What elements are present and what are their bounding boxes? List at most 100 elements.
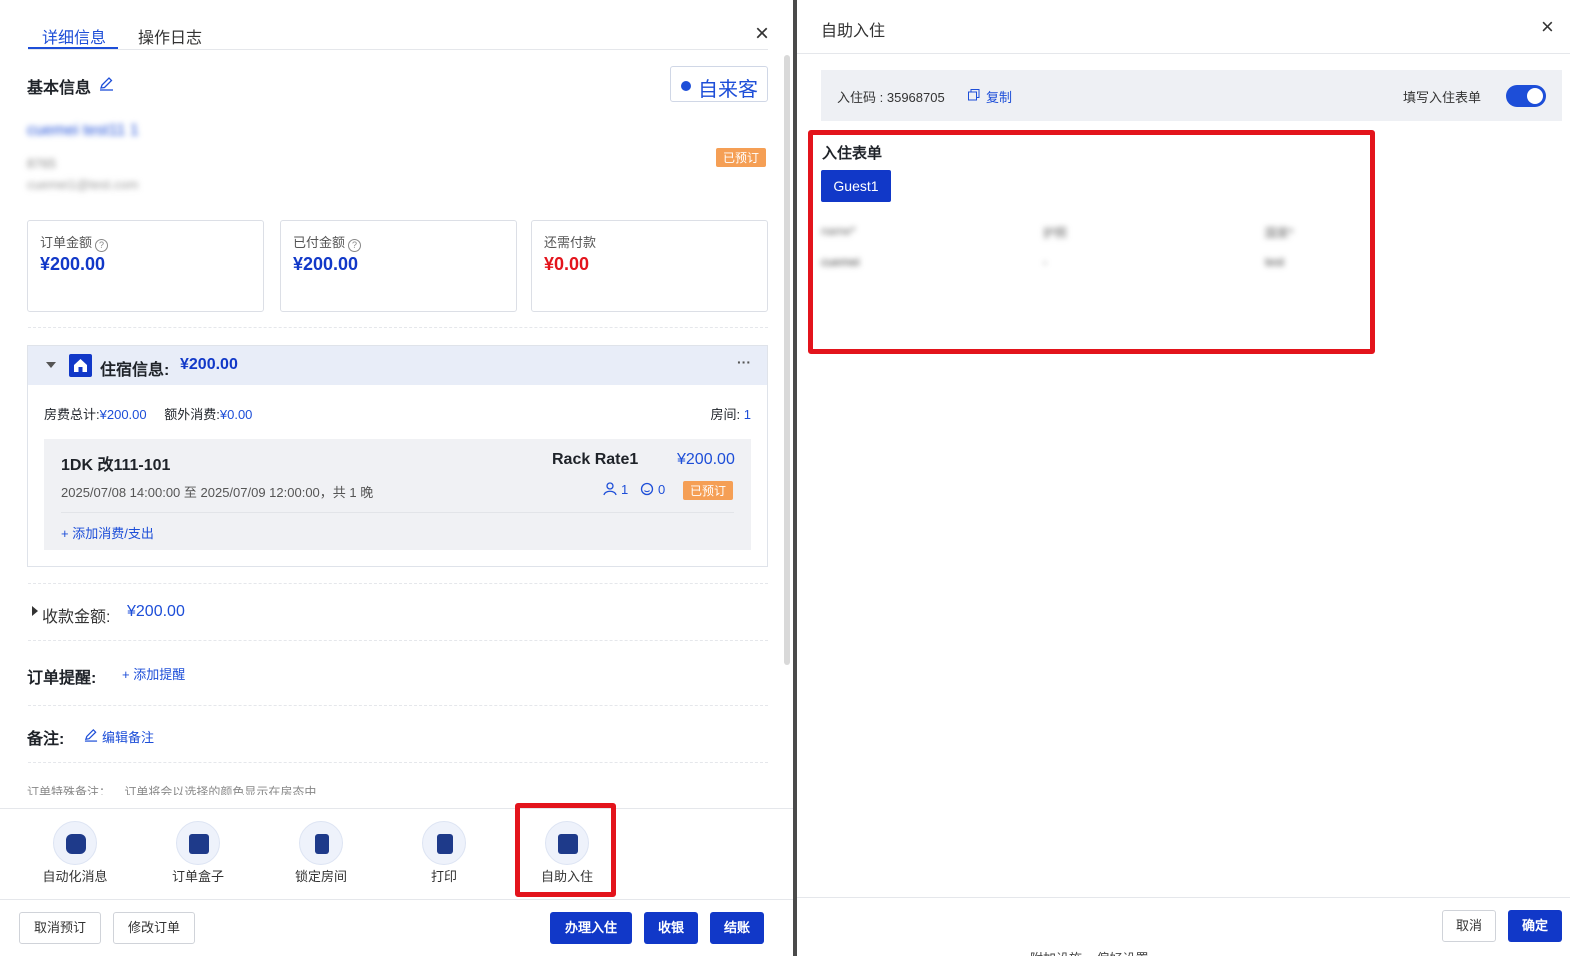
balance-due-value: ¥0.00 (544, 254, 590, 274)
box-icon (176, 821, 220, 865)
adults-count: 1 (621, 482, 629, 497)
printer-icon (422, 821, 466, 865)
extra-value: ¥0.00 (219, 407, 253, 422)
cancel-button[interactable]: 取消 (1442, 910, 1496, 942)
checkin-code-value: 35968705 (886, 90, 945, 105)
guest-name[interactable]: cuemei test11 1 (27, 122, 139, 140)
guest-email: cuemei1@test.com (27, 177, 139, 192)
checkin-code: 入住码 : 35968705 (837, 90, 945, 105)
tab-details[interactable]: 详细信息 (42, 24, 106, 48)
stay-info-header[interactable]: 住宿信息: ¥200.00 ··· (28, 346, 767, 385)
divider (0, 899, 793, 900)
checkin-code-label: 入住码 (837, 90, 877, 105)
highlight-box (808, 130, 1375, 354)
paid-amount-value: ¥200.00 (293, 254, 359, 274)
divider (0, 808, 793, 809)
order-amount-label: 订单金额 (40, 235, 93, 250)
paid-amount-label: 已付金额 (293, 235, 346, 250)
quick-action-label: 锁定房间 (294, 869, 347, 884)
order-amount-card: 订单金额? ¥200.00 (27, 220, 264, 312)
fill-form-toggle[interactable] (1506, 85, 1546, 107)
rooms-value: 1 (743, 407, 751, 422)
order-detail-panel: 详细信息 操作日志 × 基本信息 自来客 cuemei test11 1 876… (0, 0, 795, 956)
stay-info-section: 住宿信息: ¥200.00 ··· 房费总计:¥200.00 额外消费:¥0.0… (27, 345, 768, 567)
add-expense-label: 添加消费/支出 (72, 526, 154, 541)
guest-source-tag[interactable]: 自来客 (670, 66, 768, 102)
quick-action-label: 订单盒子 (171, 869, 224, 884)
adult-icon (603, 482, 617, 496)
divider (797, 897, 1570, 898)
order-special-remark-row: 订单特殊备注： 订单将会以选择的颜色显示在房态中 (27, 785, 317, 795)
copy-link[interactable]: 复制 (986, 87, 1012, 106)
cashier-button[interactable]: 收银 (644, 912, 698, 944)
divider (28, 640, 768, 641)
cancel-booking-button[interactable]: 取消预订 (19, 912, 101, 944)
edit-pencil-icon[interactable] (84, 728, 98, 742)
message-icon (53, 821, 97, 865)
extra-label: 额外消费: (164, 407, 220, 422)
plus-icon: + (122, 667, 134, 682)
room-item[interactable]: 1DK 改111-101 Rack Rate1 ¥200.00 2025/07/… (44, 439, 751, 550)
rate-name: Rack Rate1 (552, 451, 639, 468)
balance-due-card: 还需付款 ¥0.00 (531, 220, 768, 312)
modify-order-button[interactable]: 修改订单 (113, 912, 195, 944)
basic-info-title: 基本信息 (27, 80, 92, 97)
highlight-box (515, 803, 616, 897)
close-icon[interactable]: × (1541, 14, 1554, 40)
lock-icon (299, 821, 343, 865)
confirm-button[interactable]: 确定 (1508, 910, 1562, 942)
room-total-label: 房费总计: (44, 407, 100, 422)
child-icon (640, 482, 654, 496)
stay-info-amount: ¥200.00 (180, 356, 238, 373)
divider (61, 512, 734, 513)
caret-down-icon[interactable] (46, 362, 56, 369)
rooms-label: 房间: (710, 407, 741, 422)
home-icon (69, 354, 92, 377)
order-amount-value: ¥200.00 (40, 254, 106, 274)
quick-action-label: 打印 (430, 869, 457, 884)
edit-pencil-icon[interactable] (99, 76, 114, 91)
scrollbar[interactable] (784, 55, 790, 665)
room-total-value: ¥200.00 (99, 407, 147, 422)
add-reminder-link[interactable]: + 添加提醒 (122, 664, 185, 683)
help-icon[interactable]: ? (348, 239, 362, 252)
divider (797, 53, 1570, 54)
copy-icon[interactable] (968, 89, 980, 101)
remark-label: 备注: (27, 731, 65, 748)
booked-status-badge: 已预订 (716, 148, 767, 167)
checkin-code-bar: 入住码 : 35968705 复制 填写入住表单 (821, 70, 1562, 121)
tabs-divider (28, 49, 768, 50)
children-count: 0 (658, 482, 666, 497)
paid-amount-card: 已付金额? ¥200.00 (280, 220, 517, 312)
edit-remark-link[interactable]: 编辑备注 (102, 727, 154, 746)
order-reminder-label: 订单提醒: (27, 670, 97, 687)
divider (28, 705, 768, 706)
add-reminder-label: 添加提醒 (133, 667, 186, 682)
divider (28, 762, 768, 763)
stay-info-title: 住宿信息: (100, 362, 170, 379)
add-expense-link[interactable]: + 添加消费/支出 (61, 523, 154, 542)
room-name: 1DK 改111-101 (61, 457, 171, 474)
guest-phone: 8765 (27, 156, 56, 171)
close-icon[interactable]: × (755, 22, 769, 46)
more-icon[interactable]: ··· (737, 354, 751, 370)
source-dot-icon (681, 81, 691, 91)
quick-action-label: 自动化消息 (42, 869, 108, 884)
underlying-tabs-text: 附加设施 偏好设置 (1030, 948, 1148, 956)
drawer-title: 自助入住 (821, 23, 886, 40)
checkout-button[interactable]: 结账 (710, 912, 764, 944)
plus-icon: + (61, 526, 73, 541)
guest-source-label: 自来客 (698, 79, 758, 101)
divider (28, 327, 768, 328)
caret-right-icon[interactable] (32, 606, 38, 616)
tab-operation-log[interactable]: 操作日志 (138, 24, 202, 48)
room-count: 房间: 1 (711, 404, 751, 423)
toggle-knob (1527, 88, 1543, 104)
payment-value: ¥200.00 (127, 603, 185, 620)
check-in-button[interactable]: 办理入住 (550, 912, 632, 944)
room-total: 房费总计:¥200.00 额外消费:¥0.00 (44, 404, 252, 423)
payment-label: 收款金额: (42, 609, 111, 626)
help-icon[interactable]: ? (95, 239, 109, 252)
room-status-badge: 已预订 (683, 481, 734, 500)
stay-dates: 2025/07/08 14:00:00 至 2025/07/09 12:00:0… (61, 485, 374, 500)
